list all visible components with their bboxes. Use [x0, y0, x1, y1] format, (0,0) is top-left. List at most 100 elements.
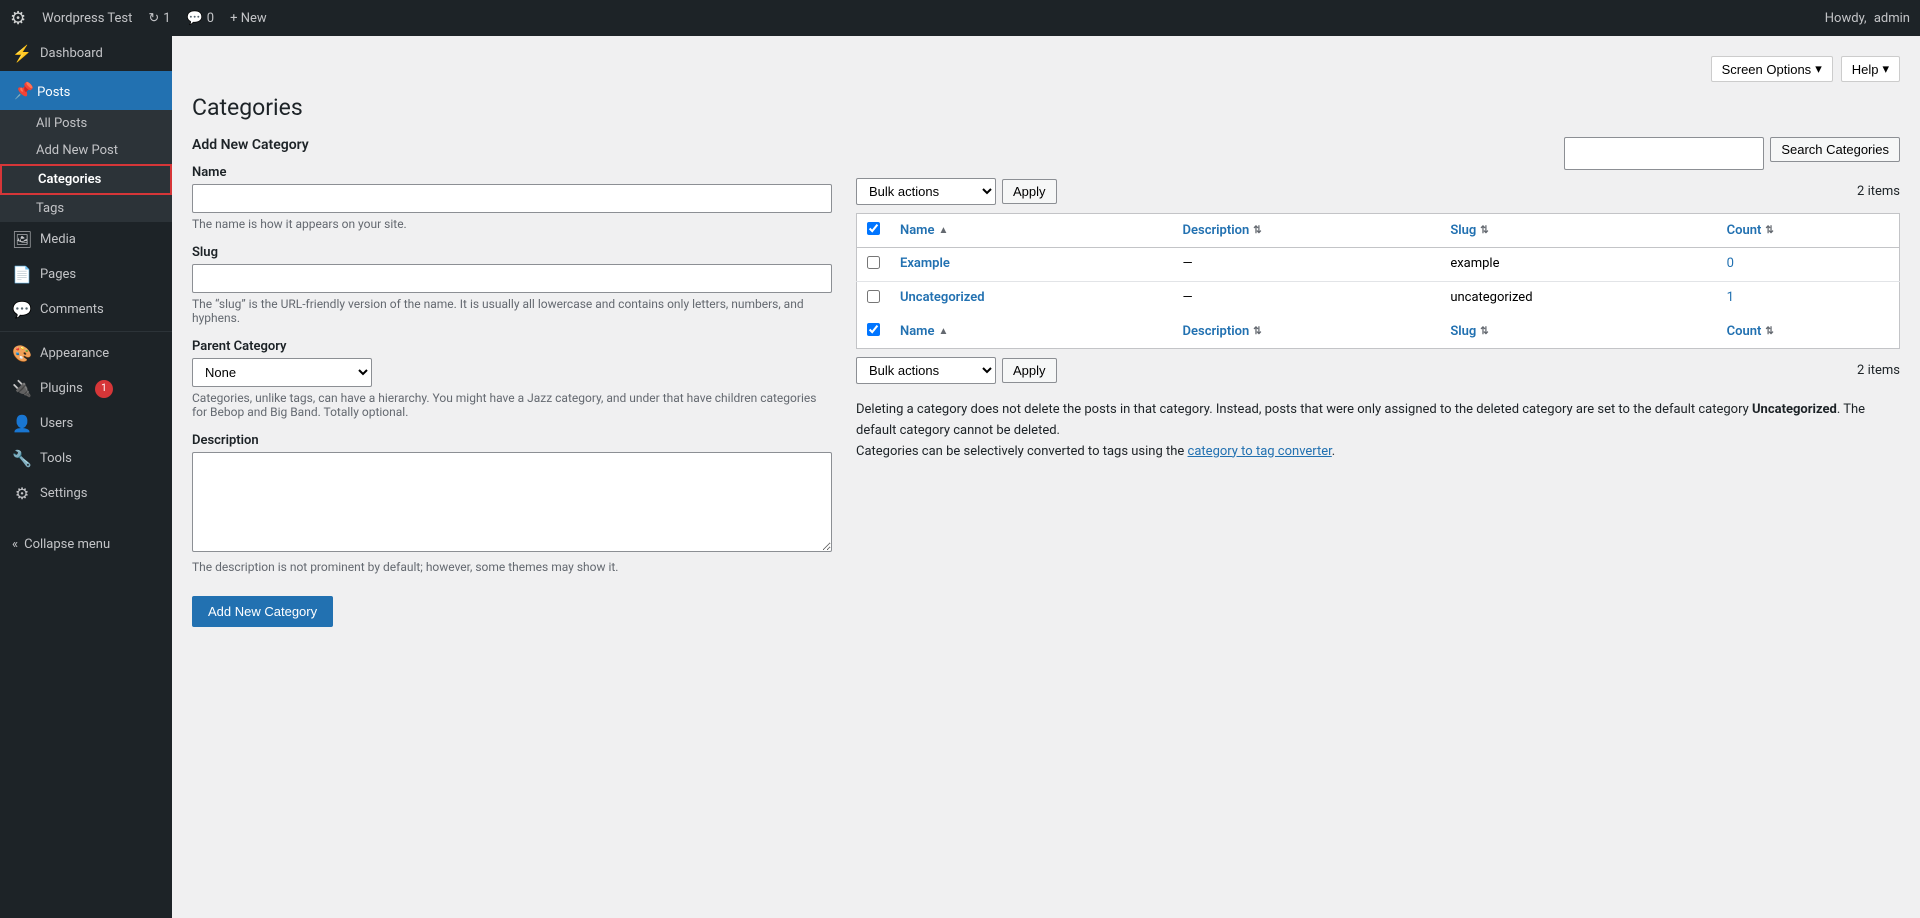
row-count-cell-1: 1	[1717, 282, 1900, 316]
name-column-header[interactable]: Name ▲	[890, 214, 1173, 248]
bulk-actions-top-select[interactable]: Bulk actions	[856, 178, 996, 205]
row-checkbox-0[interactable]	[867, 256, 880, 269]
sidebar-item-posts[interactable]: 📌 Posts	[0, 71, 172, 110]
slug-hint: The “slug” is the URL-friendly version o…	[192, 297, 832, 325]
comments-item[interactable]: 💬 0	[187, 11, 215, 26]
screen-options-button[interactable]: Screen Options ▾	[1711, 56, 1833, 82]
description-sort-icon: ⇅	[1253, 225, 1261, 236]
help-button[interactable]: Help ▾	[1841, 56, 1900, 82]
count-column-header[interactable]: Count ⇅	[1717, 214, 1900, 248]
select-all-checkbox-bottom[interactable]	[867, 323, 880, 336]
plugins-icon: 🔌	[12, 379, 32, 398]
search-categories-button[interactable]: Search Categories	[1770, 137, 1900, 162]
apply-top-button[interactable]: Apply	[1002, 179, 1057, 204]
screen-options-bar: Screen Options ▾ Help ▾	[192, 56, 1900, 82]
slug-footer-sort-icon: ⇅	[1480, 326, 1488, 337]
description-textarea[interactable]	[192, 452, 832, 552]
name-field-row: Name The name is how it appears on your …	[192, 165, 832, 231]
parent-select[interactable]: None	[192, 358, 372, 387]
row-slug-cell-0: example	[1440, 248, 1716, 282]
name-sort-icon: ▲	[938, 225, 948, 236]
slug-footer-header[interactable]: Slug ⇅	[1440, 315, 1716, 349]
sidebar-item-users[interactable]: 👤 Users	[0, 406, 172, 441]
table-top-actions: Bulk actions Apply 2 items	[856, 178, 1900, 205]
collapse-icon: «	[12, 537, 18, 552]
row-count-link-0[interactable]: 0	[1727, 256, 1734, 271]
description-label: Description	[192, 433, 832, 448]
description-footer-header[interactable]: Description ⇅	[1173, 315, 1441, 349]
sidebar-item-media[interactable]: 🖼 Media	[0, 222, 172, 257]
media-icon: 🖼	[12, 230, 32, 249]
main-layout: Add New Category Name The name is how it…	[192, 137, 1900, 627]
row-checkbox-cell-1[interactable]	[857, 282, 891, 316]
row-checkbox-cell-0[interactable]	[857, 248, 891, 282]
sidebar-item-comments[interactable]: 💬 Comments	[0, 292, 172, 327]
help-chevron-icon: ▾	[1882, 61, 1889, 77]
bulk-actions-bottom-select[interactable]: Bulk actions	[856, 357, 996, 384]
wp-logo-icon: ⚙	[10, 8, 26, 29]
row-name-link-1[interactable]: Uncategorized	[900, 290, 985, 305]
parent-label: Parent Category	[192, 339, 832, 354]
new-content-item[interactable]: + New	[230, 11, 267, 26]
row-count-cell-0: 0	[1717, 248, 1900, 282]
updates-icon: ↻	[148, 11, 159, 26]
description-footer-sort-icon: ⇅	[1253, 326, 1261, 337]
posts-icon: 📌	[14, 81, 34, 100]
sidebar-item-appearance[interactable]: 🎨 Appearance	[0, 336, 172, 371]
site-name[interactable]: Wordpress Test	[42, 11, 132, 26]
screen-options-chevron-icon: ▾	[1815, 61, 1822, 77]
users-icon: 👤	[12, 414, 32, 433]
sidebar-item-categories[interactable]: Categories	[0, 164, 172, 195]
name-footer-sort-icon: ▲	[938, 326, 948, 337]
page-title: Categories	[192, 94, 1900, 121]
name-label: Name	[192, 165, 832, 180]
category-tag-converter-link[interactable]: category to tag converter	[1188, 444, 1332, 459]
sidebar-item-all-posts[interactable]: All Posts	[0, 110, 172, 137]
count-footer-sort-icon: ⇅	[1765, 326, 1773, 337]
updates-item[interactable]: ↻ 1	[148, 11, 170, 26]
table-row: Example — example 0	[857, 248, 1900, 282]
row-name-cell-1: Uncategorized	[890, 282, 1173, 316]
slug-field-row: Slug The “slug” is the URL-friendly vers…	[192, 245, 832, 325]
search-categories-input[interactable]	[1564, 137, 1764, 170]
add-new-category-form: Add New Category Name The name is how it…	[192, 137, 832, 627]
settings-icon: ⚙	[12, 484, 32, 503]
appearance-icon: 🎨	[12, 344, 32, 363]
sidebar-item-plugins[interactable]: 🔌 Plugins 1	[0, 371, 172, 406]
comments-icon: 💬	[187, 11, 203, 26]
row-checkbox-1[interactable]	[867, 290, 880, 303]
add-new-category-button[interactable]: Add New Category	[192, 596, 333, 627]
parent-hint: Categories, unlike tags, can have a hier…	[192, 391, 832, 419]
name-input[interactable]	[192, 184, 832, 213]
form-section-title: Add New Category	[192, 137, 832, 153]
select-all-footer-column[interactable]	[857, 315, 891, 349]
row-name-link-0[interactable]: Example	[900, 256, 950, 271]
slug-input[interactable]	[192, 264, 832, 293]
name-hint: The name is how it appears on your site.	[192, 217, 832, 231]
plugins-badge: 1	[95, 380, 113, 398]
sidebar-item-tools[interactable]: 🔧 Tools	[0, 441, 172, 476]
slug-label: Slug	[192, 245, 832, 260]
select-all-column-header[interactable]	[857, 214, 891, 248]
description-row: Description The description is not promi…	[192, 433, 832, 574]
sidebar: ⚡ Dashboard 📌 Posts All Posts	[0, 36, 172, 918]
pages-icon: 📄	[12, 265, 32, 284]
sidebar-item-settings[interactable]: ⚙ Settings	[0, 476, 172, 511]
name-footer-header[interactable]: Name ▲	[890, 315, 1173, 349]
row-description-cell-0: —	[1173, 248, 1441, 282]
parent-category-row: Parent Category None Categories, unlike …	[192, 339, 832, 419]
table-row: Uncategorized — uncategorized 1	[857, 282, 1900, 316]
slug-column-header[interactable]: Slug ⇅	[1440, 214, 1716, 248]
sidebar-item-dashboard[interactable]: ⚡ Dashboard	[0, 36, 172, 71]
sidebar-item-add-new-post[interactable]: Add New Post	[0, 137, 172, 164]
collapse-menu-button[interactable]: « Collapse menu	[0, 527, 172, 562]
sidebar-item-tags[interactable]: Tags	[0, 195, 172, 222]
sidebar-item-pages[interactable]: 📄 Pages	[0, 257, 172, 292]
select-all-checkbox-top[interactable]	[867, 222, 880, 235]
count-footer-header[interactable]: Count ⇅	[1717, 315, 1900, 349]
description-column-header[interactable]: Description ⇅	[1173, 214, 1441, 248]
row-count-link-1[interactable]: 1	[1727, 290, 1734, 305]
apply-bottom-button[interactable]: Apply	[1002, 358, 1057, 383]
footer-note-2: Categories can be selectively converted …	[856, 442, 1900, 463]
categories-table: Name ▲ Description ⇅	[856, 213, 1900, 349]
